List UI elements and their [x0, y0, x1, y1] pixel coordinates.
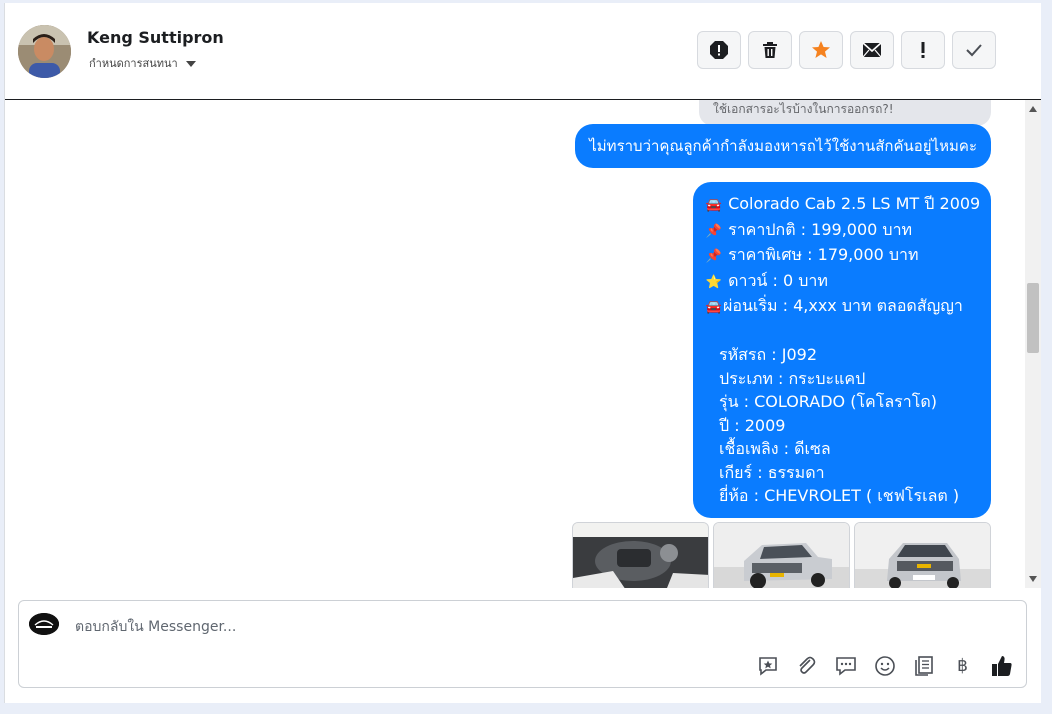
car-line: ⭐ ดาวน์ : 0 บาท	[705, 269, 979, 295]
exclamation-icon	[921, 42, 925, 58]
smiley-icon	[874, 655, 895, 676]
attach-button[interactable]	[794, 653, 819, 678]
mark-unread-button[interactable]	[850, 31, 894, 69]
photo-engine[interactable]	[572, 522, 709, 588]
mark-spam-button[interactable]	[697, 31, 741, 69]
previous-message-text: ใช้เอกสารอะไรบ้างในการออกรถ?!	[713, 102, 894, 116]
message-bubble-car-details: 🚘 Colorado Cab 2.5 LS MT ปี 2009 📌 ราคาป…	[693, 182, 991, 518]
payment-button[interactable]: ฿	[950, 653, 975, 678]
detail-line: เชื้อเพลิง : ดีเซล	[719, 439, 831, 458]
detail-line: เกียร์ : ธรรมดา	[719, 462, 825, 482]
mark-done-button[interactable]	[952, 31, 996, 69]
avatar[interactable]	[18, 25, 71, 78]
scrollbar-thumb[interactable]	[1027, 283, 1039, 353]
car-line: 📌 ราคาพิเศษ : 179,000 บาท	[705, 243, 979, 269]
thread-scrollbar[interactable]	[1025, 100, 1041, 588]
pushpin-icon: 📌	[705, 249, 723, 264]
detail-line: ยี่ห้อ : CHEVROLET ( เชฟโรเลต )	[719, 486, 960, 505]
detail-line: รหัสรถ : J092	[719, 345, 818, 364]
car-line: 📌 ราคาปกติ : 199,000 บาท	[705, 218, 979, 244]
document-button[interactable]	[911, 653, 936, 678]
message-thread[interactable]: ใช้เอกสารอะไรบ้างในการออกรถ?! ไม่ทราบว่า…	[5, 100, 1025, 588]
conversation-header: Keng Suttipron กำหนดการสนทนา	[5, 3, 1041, 100]
baht-icon: ฿	[957, 655, 968, 676]
detail-line: รุ่น : COLORADO (โคโลราโด)	[719, 392, 937, 411]
conversation-panel: Keng Suttipron กำหนดการสนทนา ใช้เอกสารอะ…	[4, 3, 1041, 703]
paperclip-icon	[798, 656, 815, 674]
page-logo	[29, 613, 59, 635]
like-button[interactable]	[989, 653, 1014, 678]
trash-icon	[763, 42, 777, 58]
document-icon	[914, 655, 933, 676]
photo-truck-front[interactable]	[854, 522, 991, 588]
assign-label: กำหนดการสนทนา	[89, 57, 178, 70]
detail-line: ประเภท : กระบะแคป	[719, 368, 866, 388]
spam-icon	[710, 41, 728, 59]
reply-input[interactable]	[73, 618, 677, 636]
emoji-button[interactable]	[872, 653, 897, 678]
delete-button[interactable]	[748, 31, 792, 69]
car-icon: 🚘	[705, 300, 723, 315]
scroll-down-arrow-icon[interactable]	[1029, 576, 1037, 582]
chat-bubble-icon	[835, 656, 856, 676]
photo-attachments	[572, 522, 991, 588]
message-bubble-question: ไม่ทราบว่าคุณลูกค้ากำลังมองหารถไว้ใช้งาน…	[575, 124, 991, 168]
envelope-icon	[862, 42, 882, 58]
previous-message-bubble: ใช้เอกสารอะไรบ้างในการออกรถ?!	[699, 100, 991, 126]
thumbs-up-icon	[991, 655, 1012, 676]
toolbar	[697, 31, 996, 73]
saved-reply-button[interactable]	[755, 653, 780, 678]
quick-reply-button[interactable]	[833, 653, 858, 678]
follow-up-button[interactable]	[901, 31, 945, 69]
assign-conversation-dropdown[interactable]: กำหนดการสนทนา	[89, 54, 196, 72]
check-icon	[966, 44, 982, 57]
caret-down-icon	[185, 61, 196, 67]
car-icon: 🚘	[705, 198, 723, 213]
pushpin-icon: 📌	[705, 223, 723, 239]
star-emoji-icon: ⭐	[705, 274, 723, 290]
scroll-up-arrow-icon[interactable]	[1029, 106, 1037, 112]
contact-name: Keng Suttipron	[87, 28, 224, 47]
photo-truck-front-left[interactable]	[713, 522, 850, 588]
car-line: 🚘 Colorado Cab 2.5 LS MT ปี 2009	[705, 192, 980, 218]
saved-reply-icon	[758, 656, 777, 676]
composer-tools: ฿	[755, 653, 1014, 678]
car-line: 🚘ผ่อนเริ่ม : 4,xxx บาท ตลอดสัญญา	[705, 294, 979, 320]
reply-composer: ฿	[18, 600, 1027, 688]
star-icon	[812, 41, 830, 58]
star-button[interactable]	[799, 31, 843, 69]
detail-line: ปี : 2009	[719, 415, 786, 435]
